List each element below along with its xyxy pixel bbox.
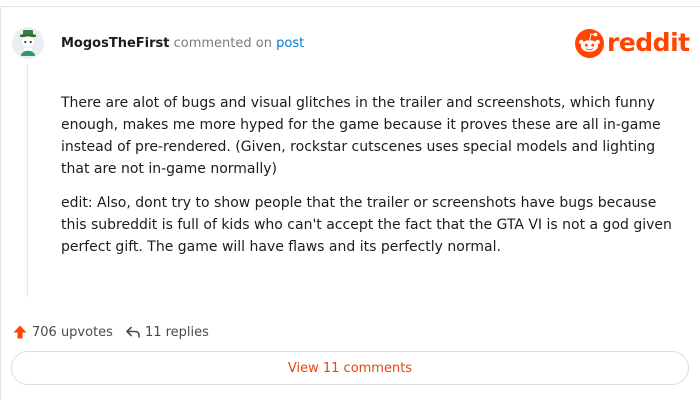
user-avatar-icon[interactable]: [12, 27, 44, 59]
upvote-arrow-icon[interactable]: [12, 324, 28, 340]
left-divider: [0, 6, 1, 400]
post-link[interactable]: post: [276, 36, 304, 51]
comment-body: There are alot of bugs and visual glitch…: [61, 92, 676, 270]
username-link[interactable]: MogosTheFirst: [61, 36, 169, 51]
comment-footer: 706 upvotes 11 replies: [12, 322, 209, 342]
reddit-logo[interactable]: reddit: [575, 28, 690, 58]
reply-arrow-icon[interactable]: [125, 324, 141, 340]
top-divider: [0, 6, 700, 7]
thread-line: [27, 64, 28, 297]
reddit-comment-embed: MogosTheFirst commented on post reddit T…: [0, 0, 700, 400]
reply-count[interactable]: 11 replies: [145, 325, 209, 340]
reddit-wordmark: reddit: [607, 28, 690, 57]
comment-header: MogosTheFirst commented on post: [61, 36, 304, 52]
upvote-count: 706 upvotes: [32, 324, 113, 340]
view-comments-label: View 11 comments: [287, 360, 413, 376]
reddit-snoo-icon: [575, 28, 604, 58]
comment-paragraph: There are alot of bugs and visual glitch…: [61, 95, 661, 177]
view-comments-button[interactable]: View 11 comments: [11, 351, 689, 385]
comment-paragraph-edit: edit: Also, dont try to show people that…: [61, 195, 672, 255]
commented-on-text: commented on: [173, 36, 272, 51]
